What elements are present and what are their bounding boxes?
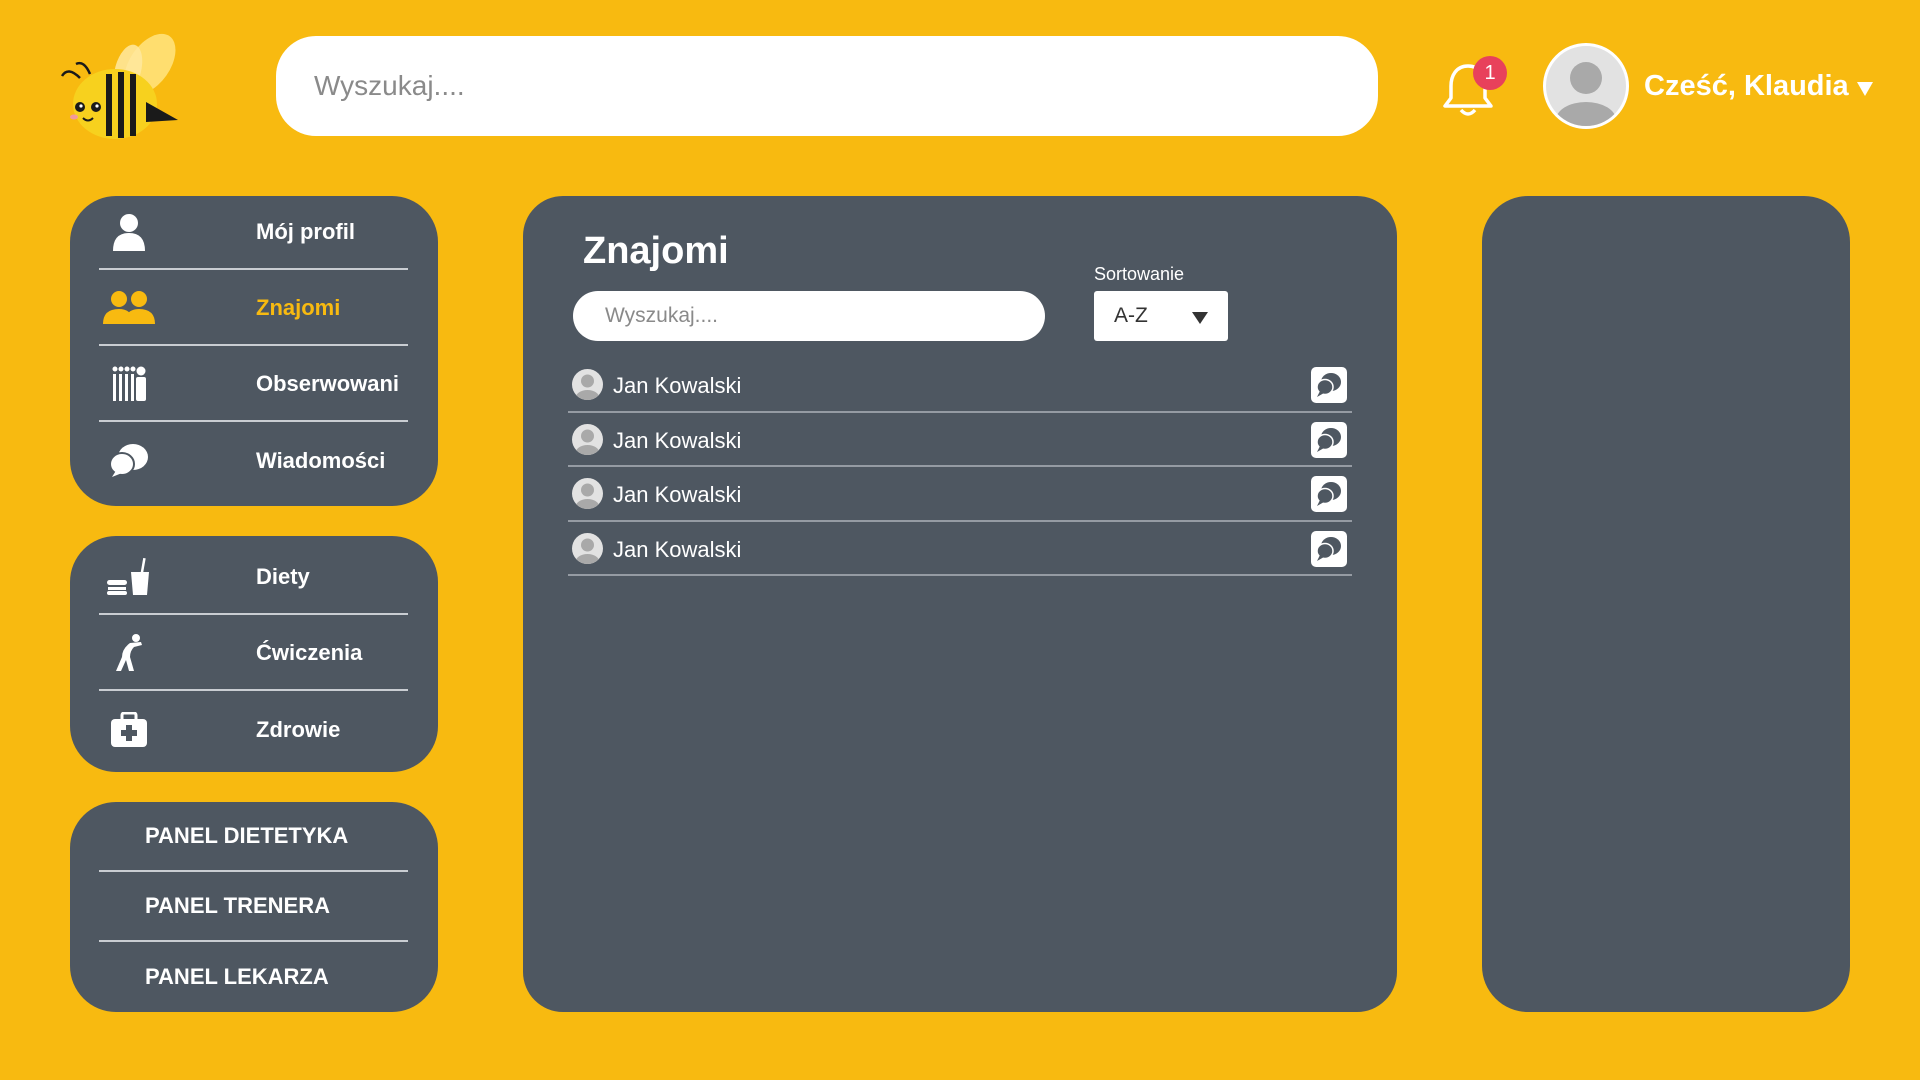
sort-label: Sortowanie [1094,264,1185,284]
sidebar-item-exercises[interactable]: Ćwiczenia [99,617,408,691]
message-button[interactable] [1311,367,1347,403]
bee-logo[interactable] [50,22,185,147]
avatar [572,532,603,564]
user-avatar[interactable] [1543,43,1629,129]
sidebar-item-friends[interactable]: Znajomi [99,272,408,346]
sidebar-health-card: Diety Ćwiczenia Zdrowie [70,536,438,772]
chevron-down-icon [1192,311,1208,325]
panel-dietitian-link[interactable]: PANEL DIETETYKA [99,802,408,872]
friend-name: Jan Kowalski [613,427,742,453]
sidebar-item-messages[interactable]: Wiadomości [99,424,408,498]
right-panel [1482,196,1850,1012]
sidebar-item-profile[interactable]: Mój profil [99,196,408,270]
sidebar-item-health[interactable]: Zdrowie [99,693,408,767]
sidebar-item-label: Wiadomości [256,448,386,473]
list-item[interactable]: Jan Kowalski [568,467,1352,522]
user-icon [99,213,159,251]
sidebar-nav-card: Mój profil Znajomi Obserwowani Wiadomośc… [70,196,438,506]
food-icon [99,558,159,596]
friends-icon [99,290,159,326]
avatar [572,369,603,400]
message-button[interactable] [1311,530,1347,567]
message-button[interactable] [1311,476,1347,512]
sort-value: A-Z [1114,304,1148,327]
sidebar-item-label: Znajomi [256,295,341,320]
sidebar-panels-card: PANEL DIETETYKA PANEL TRENERA PANEL LEKA… [70,802,438,1012]
message-button[interactable] [1311,421,1347,458]
list-item[interactable]: Jan Kowalski [568,358,1352,413]
sidebar-item-following[interactable]: Obserwowani [99,348,408,422]
notification-badge: 1 [1473,56,1507,90]
avatar [572,478,603,509]
sidebar-item-label: Mój profil [256,219,355,244]
avatar [572,423,603,455]
panel-label: PANEL TRENERA [145,893,330,918]
friend-name: Jan Kowalski [613,536,742,562]
chat-icon [99,443,159,479]
friends-list: Jan Kowalski Jan Kowalski Jan Kowalski J… [568,358,1352,576]
sidebar-item-label: Zdrowie [256,717,341,742]
page-title: Znajomi [583,230,729,272]
top-search-input[interactable] [276,36,1378,136]
sort-select[interactable]: A-Z [1094,291,1228,341]
friends-search-input[interactable] [573,291,1045,341]
sidebar-item-label: Diety [256,564,310,589]
sidebar-item-label: Obserwowani [256,371,400,396]
panel-label: PANEL DIETETYKA [145,823,349,848]
first-aid-icon [99,712,159,748]
friend-name: Jan Kowalski [613,482,742,507]
list-item[interactable]: Jan Kowalski [568,522,1352,576]
chevron-down-icon[interactable] [1856,78,1874,98]
list-item[interactable]: Jan Kowalski [568,413,1352,467]
followers-icon [99,365,159,403]
panel-label: PANEL LEKARZA [145,964,329,989]
sidebar-item-label: Ćwiczenia [256,640,363,665]
friends-panel: Znajomi Sortowanie A-Z Jan Kowalski Jan … [523,196,1397,1012]
friend-name: Jan Kowalski [613,373,742,398]
exercise-icon [99,633,159,673]
panel-trainer-link[interactable]: PANEL TRENERA [99,872,408,942]
panel-doctor-link[interactable]: PANEL LEKARZA [99,942,408,1012]
sidebar-item-diets[interactable]: Diety [99,541,408,615]
user-greeting[interactable]: Cześć, Klaudia [1644,70,1849,103]
